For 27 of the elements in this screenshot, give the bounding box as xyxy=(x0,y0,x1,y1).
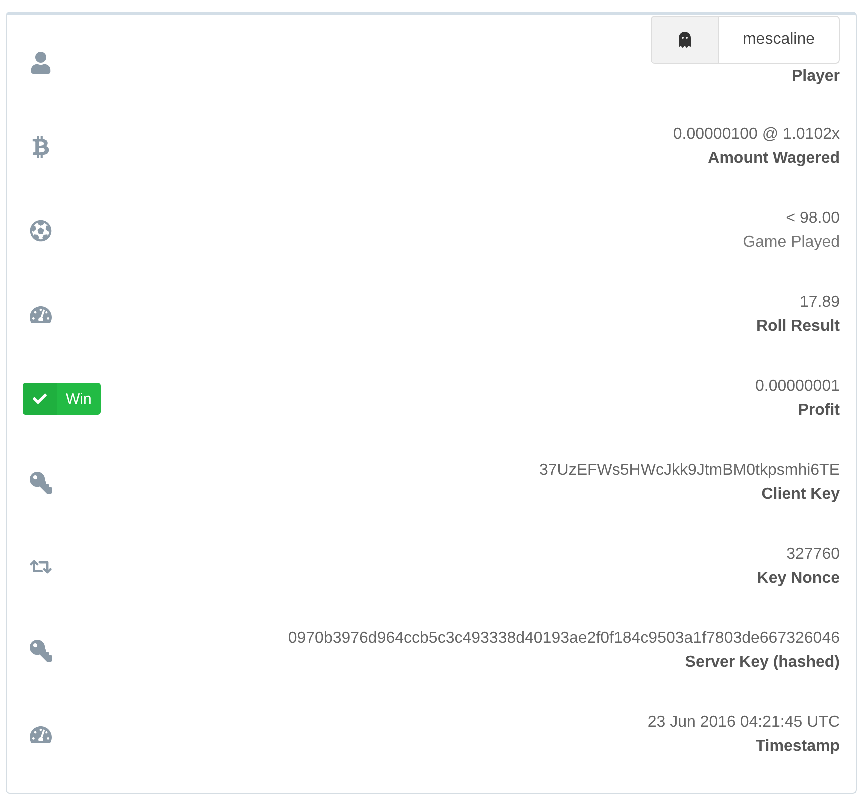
field-label: Timestamp xyxy=(756,737,840,757)
field-value: 327760 xyxy=(786,545,840,565)
field-label: Game Played xyxy=(743,233,840,253)
field-value: < 98.00 xyxy=(786,209,840,229)
field-value: 0.00000001 xyxy=(755,377,840,397)
field-label: Roll Result xyxy=(756,317,840,337)
ghost-icon xyxy=(676,32,693,48)
win-label: Win xyxy=(65,390,93,408)
player-badge[interactable]: mescaline xyxy=(650,16,840,64)
field-value: 17.89 xyxy=(800,293,840,313)
user-icon xyxy=(30,52,52,74)
field-value: 23 Jun 2016 04:21:45 UTC xyxy=(648,713,840,733)
key-icon xyxy=(30,472,52,494)
field-label: Player xyxy=(792,67,840,87)
gauge-icon xyxy=(30,304,52,326)
field-value: 0.00000100 @ 1.0102x xyxy=(673,125,840,145)
field-label: Server Key (hashed) xyxy=(685,653,840,673)
key-icon xyxy=(30,640,52,662)
field-label: Client Key xyxy=(762,485,840,505)
bitcoin-icon xyxy=(30,136,52,158)
field-label: Amount Wagered xyxy=(708,149,840,169)
field-value: 37UzEFWs5HWcJkk9JtmBM0tkpsmhi6TE xyxy=(540,461,840,481)
field-label: Key Nonce xyxy=(757,569,840,589)
field-value: 0970b3976d964ccb5c3c493338d40193ae2f0f184c9503a1f7803de667326046 xyxy=(288,629,840,649)
gauge-icon xyxy=(30,724,52,746)
field-label: Profit xyxy=(798,401,840,421)
check-icon xyxy=(33,392,47,406)
